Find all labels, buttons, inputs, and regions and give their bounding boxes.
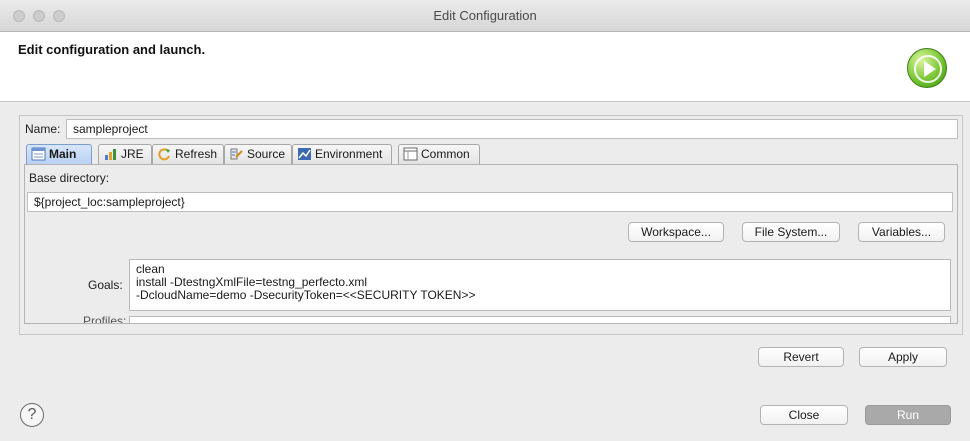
jre-icon [105, 149, 116, 160]
title-bar: Edit Configuration [0, 0, 970, 32]
tab-label: Main [49, 147, 77, 161]
tab-environment[interactable]: Environment [292, 144, 392, 164]
configuration-panel: Name: Main JRE Refresh [19, 115, 963, 335]
workspace-button[interactable]: Workspace... [628, 222, 724, 242]
run-button[interactable]: Run [865, 405, 951, 425]
refresh-icon [158, 148, 170, 161]
window-title: Edit Configuration [433, 8, 537, 23]
name-input[interactable] [66, 119, 958, 139]
tab-label: JRE [121, 147, 144, 161]
name-label: Name: [25, 122, 61, 136]
environment-icon [298, 148, 311, 160]
tab-main[interactable]: Main [26, 144, 92, 164]
profiles-row: Profiles: [25, 315, 957, 323]
tab-label: Source [247, 147, 286, 161]
tab-label: Environment [315, 147, 383, 161]
tab-refresh[interactable]: Refresh [152, 144, 224, 164]
base-directory-label: Base directory: [29, 171, 110, 185]
profiles-label: Profiles: [83, 315, 127, 323]
goals-label: Goals: [88, 278, 123, 292]
help-icon[interactable]: ? [20, 403, 44, 427]
goals-textarea[interactable]: clean install -DtestngXmlFile=testng_per… [129, 259, 951, 311]
header-banner: Edit configuration and launch. [0, 32, 970, 102]
run-launch-icon [907, 48, 947, 88]
tab-common[interactable]: Common [398, 144, 480, 164]
common-icon [403, 147, 418, 161]
tab-label: Refresh [175, 147, 218, 161]
variables-button[interactable]: Variables... [858, 222, 945, 242]
tab-jre[interactable]: JRE [98, 144, 152, 164]
tab-label: Common [421, 147, 470, 161]
close-button[interactable]: Close [760, 405, 848, 425]
source-icon [230, 148, 243, 160]
revert-button[interactable]: Revert [758, 347, 844, 367]
base-directory-input[interactable] [27, 192, 953, 212]
profiles-input[interactable] [129, 316, 951, 323]
apply-button[interactable]: Apply [859, 347, 947, 367]
banner-title: Edit configuration and launch. [18, 42, 206, 57]
main-tab-content: Base directory: Workspace... File System… [24, 164, 958, 324]
tab-source[interactable]: Source [224, 144, 292, 164]
main-tab-icon [31, 147, 46, 161]
file-system-button[interactable]: File System... [742, 222, 840, 242]
